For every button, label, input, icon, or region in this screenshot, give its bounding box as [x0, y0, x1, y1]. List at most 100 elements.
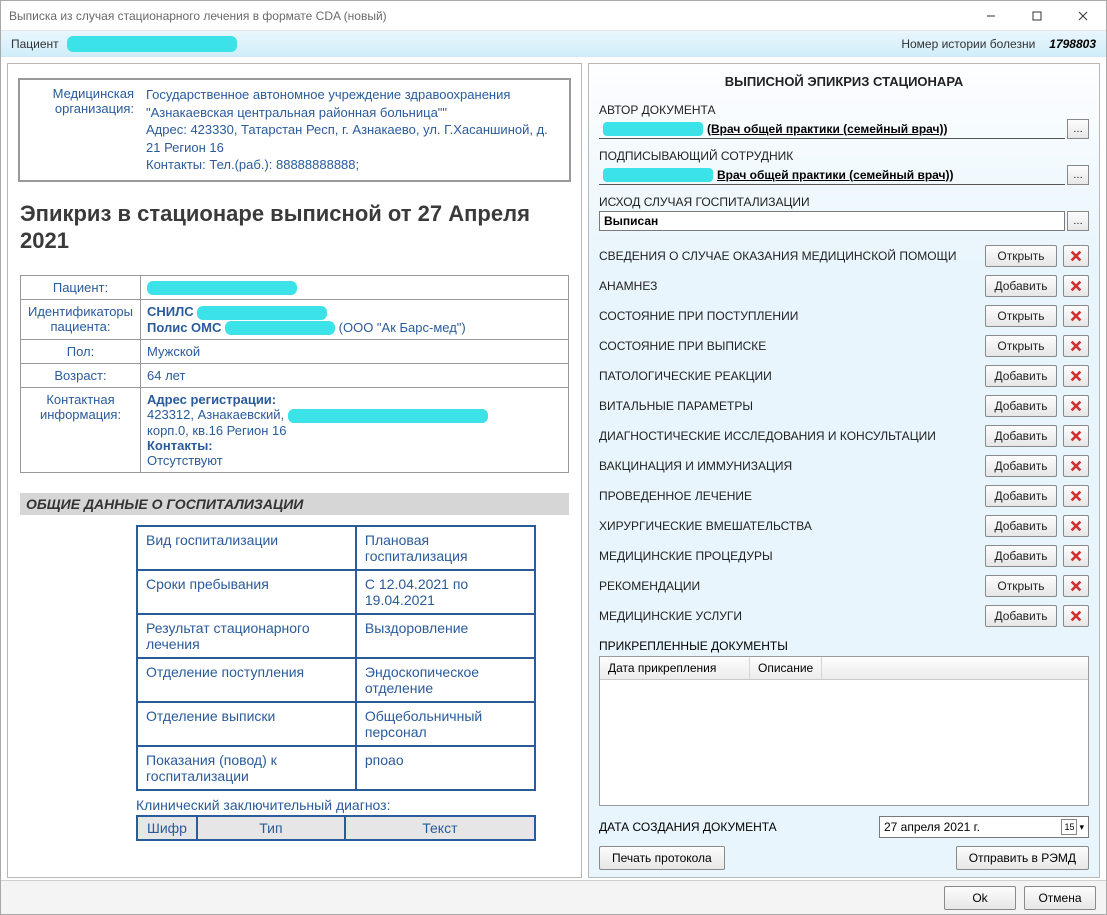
maximize-button[interactable]: [1014, 1, 1060, 31]
date-picker[interactable]: 27 апреля 2021 г. 15 ▾: [879, 816, 1089, 838]
section-row: ПАТОЛОГИЧЕСКИЕ РЕАКЦИИДобавить: [599, 361, 1089, 391]
add-button[interactable]: Добавить: [985, 605, 1057, 627]
section-rows: СВЕДЕНИЯ О СЛУЧАЕ ОКАЗАНИЯ МЕДИЦИНСКОЙ П…: [599, 241, 1089, 631]
close-button[interactable]: [1060, 1, 1106, 31]
add-button[interactable]: Добавить: [985, 275, 1057, 297]
date-value: 27 апреля 2021 г.: [884, 820, 980, 834]
delete-button[interactable]: [1063, 515, 1089, 537]
open-button[interactable]: Открыть: [985, 245, 1057, 267]
date-label: ДАТА СОЗДАНИЯ ДОКУМЕНТА: [599, 820, 879, 834]
close-icon: [1078, 11, 1088, 21]
section-label: ВАКЦИНАЦИЯ И ИММУНИЗАЦИЯ: [599, 459, 985, 473]
document-title: Эпикриз в стационаре выписной от 27 Апре…: [20, 200, 569, 255]
hospitalization-table: Вид госпитализацииПлановая госпитализаци…: [136, 525, 536, 791]
signer-field[interactable]: Врач общей практики (семейный врач)): [599, 165, 1065, 185]
diag-col-text: Текст: [345, 816, 535, 840]
print-protocol-button[interactable]: Печать протокола: [599, 846, 725, 870]
attachments-table[interactable]: Дата прикрепления Описание: [599, 656, 1089, 806]
section-row: ВАКЦИНАЦИЯ И ИММУНИЗАЦИЯДобавить: [599, 451, 1089, 481]
cancel-button[interactable]: Отмена: [1024, 886, 1096, 910]
org-address: Адрес: 423330, Татарстан Респ, г. Азнака…: [146, 122, 548, 155]
add-button[interactable]: Добавить: [985, 395, 1057, 417]
section-row: МЕДИЦИНСКИЕ ПРОЦЕДУРЫДобавить: [599, 541, 1089, 571]
ok-button[interactable]: Ok: [944, 886, 1016, 910]
delete-button[interactable]: [1063, 395, 1089, 417]
history-label: Номер истории болезни: [901, 37, 1035, 51]
bottom-buttons: Печать протокола Отправить в РЭМД: [599, 846, 1089, 870]
hosp-row-key: Отделение поступления: [137, 658, 356, 702]
add-button[interactable]: Добавить: [985, 515, 1057, 537]
patient-k: Пациент:: [21, 275, 141, 300]
org-name: Государственное автономное учреждение зд…: [146, 87, 510, 120]
section-row: СОСТОЯНИЕ ПРИ ВЫПИСКЕОткрыть: [599, 331, 1089, 361]
delete-button[interactable]: [1063, 335, 1089, 357]
section-label: МЕДИЦИНСКИЕ ПРОЦЕДУРЫ: [599, 549, 985, 563]
att-col-date: Дата прикрепления: [600, 657, 750, 679]
history-number: 1798803: [1049, 37, 1096, 51]
open-button[interactable]: Открыть: [985, 305, 1057, 327]
author-field[interactable]: (Врач общей практики (семейный врач)): [599, 119, 1065, 139]
outcome-browse-button[interactable]: …: [1067, 211, 1089, 231]
delete-button[interactable]: [1063, 605, 1089, 627]
delete-icon: [1069, 489, 1083, 503]
delete-button[interactable]: [1063, 425, 1089, 447]
header-strip: Пациент Номер истории болезни 1798803: [1, 31, 1106, 57]
main-area: Медицинская организация: Государственное…: [1, 57, 1106, 880]
section-row: МЕДИЦИНСКИЕ УСЛУГИДобавить: [599, 601, 1089, 631]
document-scroll[interactable]: Медицинская организация: Государственное…: [8, 64, 581, 877]
signer-input-row: Врач общей практики (семейный врач)) …: [599, 165, 1089, 185]
att-col-desc: Описание: [750, 657, 822, 679]
hosp-section-title: ОБЩИЕ ДАННЫЕ О ГОСПИТАЛИЗАЦИИ: [20, 493, 569, 515]
open-button[interactable]: Открыть: [985, 575, 1057, 597]
org-value: Государственное автономное учреждение зд…: [140, 80, 569, 180]
outcome-field[interactable]: Выписан: [599, 211, 1065, 231]
calendar-icon: 15: [1061, 819, 1077, 835]
polis-org: (ООО "Ак Барс-мед"): [339, 320, 466, 335]
add-button[interactable]: Добавить: [985, 455, 1057, 477]
form-title: ВЫПИСНОЙ ЭПИКРИЗ СТАЦИОНАРА: [599, 74, 1089, 89]
polis-label: Полис ОМС: [147, 320, 221, 335]
section-label: СОСТОЯНИЕ ПРИ ВЫПИСКЕ: [599, 339, 985, 353]
delete-icon: [1069, 339, 1083, 353]
contacts-head: Контакты:: [147, 438, 213, 453]
section-label: АНАМНЕЗ: [599, 279, 985, 293]
patient-v: [141, 275, 569, 300]
add-button[interactable]: Добавить: [985, 425, 1057, 447]
author-input-row: (Врач общей практики (семейный врач)) …: [599, 119, 1089, 139]
open-button[interactable]: Открыть: [985, 335, 1057, 357]
add-button[interactable]: Добавить: [985, 365, 1057, 387]
contacts-none: Отсутствуют: [147, 453, 223, 468]
author-browse-button[interactable]: …: [1067, 119, 1089, 139]
hosp-row-value: Выздоровление: [356, 614, 535, 658]
delete-button[interactable]: [1063, 275, 1089, 297]
hosp-row-key: Сроки пребывания: [137, 570, 356, 614]
minimize-button[interactable]: [968, 1, 1014, 31]
date-row: ДАТА СОЗДАНИЯ ДОКУМЕНТА 27 апреля 2021 г…: [599, 816, 1089, 838]
section-row: СВЕДЕНИЯ О СЛУЧАЕ ОКАЗАНИЯ МЕДИЦИНСКОЙ П…: [599, 241, 1089, 271]
delete-icon: [1069, 549, 1083, 563]
diag-col-type: Тип: [197, 816, 345, 840]
send-remd-button[interactable]: Отправить в РЭМД: [956, 846, 1089, 870]
section-row: ХИРУРГИЧЕСКИЕ ВМЕШАТЕЛЬСТВАДобавить: [599, 511, 1089, 541]
add-button[interactable]: Добавить: [985, 485, 1057, 507]
hosp-row-value: Общебольничный персонал: [356, 702, 535, 746]
delete-icon: [1069, 249, 1083, 263]
patient-table: Пациент: Идентификаторы пациента: СНИЛС …: [20, 275, 569, 473]
delete-button[interactable]: [1063, 575, 1089, 597]
add-button[interactable]: Добавить: [985, 545, 1057, 567]
delete-button[interactable]: [1063, 305, 1089, 327]
delete-button[interactable]: [1063, 455, 1089, 477]
signer-browse-button[interactable]: …: [1067, 165, 1089, 185]
contact-v: Адрес регистрации: 423312, Азнакаевский,…: [141, 388, 569, 473]
delete-button[interactable]: [1063, 485, 1089, 507]
addr-line1: 423312, Азнакаевский,: [147, 407, 284, 422]
section-label: ПАТОЛОГИЧЕСКИЕ РЕАКЦИИ: [599, 369, 985, 383]
section-label: СВЕДЕНИЯ О СЛУЧАЕ ОКАЗАНИЯ МЕДИЦИНСКОЙ П…: [599, 249, 985, 263]
author-value: (Врач общей практики (семейный врач)): [707, 122, 948, 136]
age-k: Возраст:: [21, 364, 141, 388]
outcome-label: ИСХОД СЛУЧАЯ ГОСПИТАЛИЗАЦИИ: [599, 195, 1089, 209]
delete-button[interactable]: [1063, 545, 1089, 567]
delete-button[interactable]: [1063, 245, 1089, 267]
window-controls: [968, 1, 1106, 31]
delete-button[interactable]: [1063, 365, 1089, 387]
